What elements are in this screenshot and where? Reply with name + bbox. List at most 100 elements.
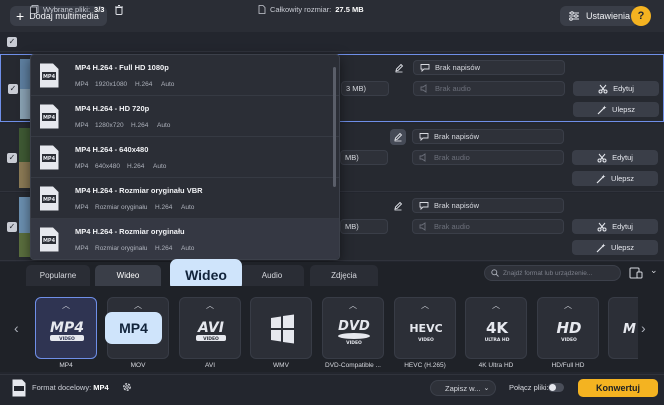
svg-text:MP4: MP4 — [43, 197, 56, 203]
edit-pencil-button[interactable] — [390, 198, 406, 214]
search-placeholder: Znajdź format lub urządzenie... — [503, 269, 593, 277]
device-detect-icon[interactable] — [629, 266, 643, 280]
svg-text:M: M — [623, 322, 636, 337]
enhance-label: Ulepsz — [611, 243, 634, 252]
search-icon — [491, 269, 499, 277]
format-label: MP4 — [59, 362, 73, 369]
edit-pencil-button[interactable] — [391, 60, 407, 76]
chevron-up-icon[interactable]: ︿ — [179, 300, 241, 311]
svg-text:ULTRA HD: ULTRA HD — [485, 337, 510, 343]
audio-label: Brak audio — [435, 84, 471, 93]
windows-logo-icon — [271, 314, 294, 344]
preset-item[interactable]: MP4 MP4 H.264 - Full HD 1080p MP4 1920x1… — [31, 55, 339, 96]
preset-item[interactable]: MP4 MP4 H.264 - HD 720p MP4 1280x720 H.2… — [31, 96, 339, 137]
selection-bar: ✓ — [0, 32, 664, 52]
subtitles-dropdown[interactable]: Brak napisów — [413, 60, 565, 75]
file-size-dropdown[interactable]: 3 MB) — [341, 81, 389, 96]
magic-wand-icon — [596, 243, 606, 252]
format-label: AVI — [205, 362, 215, 369]
total-size-info: Całkowity rozmiar: 27.5 MB — [258, 5, 364, 14]
preset-title: MP4 H.264 - 640x480 — [75, 145, 149, 154]
edit-label: Edytuj — [612, 222, 633, 231]
file-size-dropdown[interactable]: MB) — [340, 150, 388, 165]
enhance-label: Ulepsz — [612, 105, 635, 114]
subtitles-dropdown[interactable]: Brak napisów — [412, 198, 564, 213]
files-icon — [30, 5, 39, 14]
preset-dropdown[interactable]: MP4 MP4 H.264 - Full HD 1080p MP4 1920x1… — [30, 54, 340, 260]
merge-files-toggle[interactable] — [548, 383, 564, 392]
callout-mp4-format: MP4 — [105, 312, 162, 344]
magic-wand-icon — [597, 105, 607, 114]
mp4-file-icon — [12, 379, 26, 397]
tab-images[interactable]: Zdjęcia — [310, 265, 378, 286]
enhance-button[interactable]: Ulepsz — [573, 102, 659, 117]
format-tile-more[interactable]: M — [608, 297, 638, 359]
subtitles-dropdown[interactable]: Brak napisów — [412, 129, 564, 144]
chevron-up-icon[interactable]: ︿ — [394, 300, 456, 311]
speech-bubble-icon — [419, 202, 429, 210]
total-size-label: Całkowity rozmiar: — [270, 5, 332, 14]
preset-item[interactable]: MP4 MP4 H.264 - Rozmiar oryginału VBR MP… — [31, 178, 339, 219]
edit-label: Edytuj — [613, 84, 634, 93]
edit-button[interactable]: Edytuj — [572, 219, 658, 234]
target-format-label: Format docelowy: — [32, 383, 92, 392]
gear-icon[interactable] — [121, 381, 133, 393]
dropdown-scrollbar[interactable] — [333, 67, 336, 187]
audio-label: Brak audio — [434, 222, 470, 231]
mp4-file-icon: MP4 — [40, 186, 59, 211]
tab-popular[interactable]: Popularne — [26, 265, 90, 286]
scissors-icon — [598, 84, 608, 93]
file-row-checkbox[interactable]: ✓ — [7, 222, 17, 232]
edit-pencil-button[interactable] — [390, 129, 406, 145]
svg-text:VIDEO: VIDEO — [346, 340, 362, 346]
pencil-icon — [394, 201, 403, 211]
chevron-up-icon[interactable]: ︿ — [107, 300, 169, 311]
chevron-up-icon[interactable]: ︿ — [537, 300, 599, 311]
svg-text:VIDEO: VIDEO — [561, 337, 577, 343]
svg-text:VIDEO: VIDEO — [418, 337, 434, 343]
trash-icon[interactable] — [113, 4, 125, 16]
format-label: MOV — [130, 362, 146, 369]
select-all-checkbox[interactable]: ✓ — [7, 37, 17, 47]
file-size-dropdown[interactable]: MB) — [340, 219, 388, 234]
chevron-left-icon[interactable]: ‹ — [14, 320, 19, 336]
edit-label: Edytuj — [612, 153, 633, 162]
format-tile-wmv[interactable] — [250, 297, 312, 359]
plus-icon: + — [16, 8, 25, 24]
audio-label: Brak audio — [434, 153, 470, 162]
speech-bubble-icon — [420, 64, 430, 72]
chevron-up-icon[interactable]: ︿ — [465, 300, 527, 311]
enhance-button[interactable]: Ulepsz — [572, 240, 658, 255]
save-location-dropdown[interactable]: Zapisz w... ⌄ — [430, 380, 496, 396]
chevron-up-icon[interactable]: ︿ — [322, 300, 384, 311]
save-label: Zapisz w... — [445, 383, 481, 393]
merge-files-label: Połącz pliki: — [509, 383, 549, 392]
file-row-checkbox[interactable]: ✓ — [7, 153, 17, 163]
settings-button[interactable]: Ustawienia — [560, 6, 639, 26]
chevron-up-icon[interactable]: ︿ — [35, 300, 97, 311]
speaker-icon — [419, 222, 426, 231]
chevron-right-icon[interactable]: › — [641, 320, 646, 336]
svg-text:4K: 4K — [486, 319, 509, 337]
preset-item[interactable]: MP4 MP4 H.264 - Rozmiar oryginału MP4 Ro… — [31, 219, 339, 259]
preset-item[interactable]: MP4 MP4 H.264 - 640x480 MP4 640x480 H.26… — [31, 137, 339, 178]
collapse-chevron-icon[interactable]: ⌄ — [650, 265, 660, 275]
convert-button[interactable]: Konwertuj — [578, 379, 658, 397]
enhance-button[interactable]: Ulepsz — [572, 171, 658, 186]
edit-button[interactable]: Edytuj — [573, 81, 659, 96]
svg-text:MP4: MP4 — [43, 74, 56, 80]
edit-button[interactable]: Edytuj — [572, 150, 658, 165]
svg-text:MP4: MP4 — [43, 156, 56, 162]
audio-dropdown[interactable]: Brak audio — [412, 150, 564, 165]
audio-dropdown[interactable]: Brak audio — [412, 219, 564, 234]
tab-video[interactable]: Wideo — [95, 265, 161, 286]
total-size-value: 27.5 MB — [335, 5, 364, 14]
mp4-file-icon: MP4 — [40, 104, 59, 129]
file-row-checkbox[interactable]: ✓ — [8, 84, 18, 94]
audio-dropdown[interactable]: Brak audio — [413, 81, 565, 96]
document-icon — [258, 5, 266, 14]
tab-audio[interactable]: Audio — [240, 265, 304, 286]
format-search-input[interactable]: Znajdź format lub urządzenie... — [484, 265, 621, 281]
help-button[interactable]: ? — [631, 6, 651, 26]
chevron-down-icon: ⌄ — [483, 385, 490, 392]
